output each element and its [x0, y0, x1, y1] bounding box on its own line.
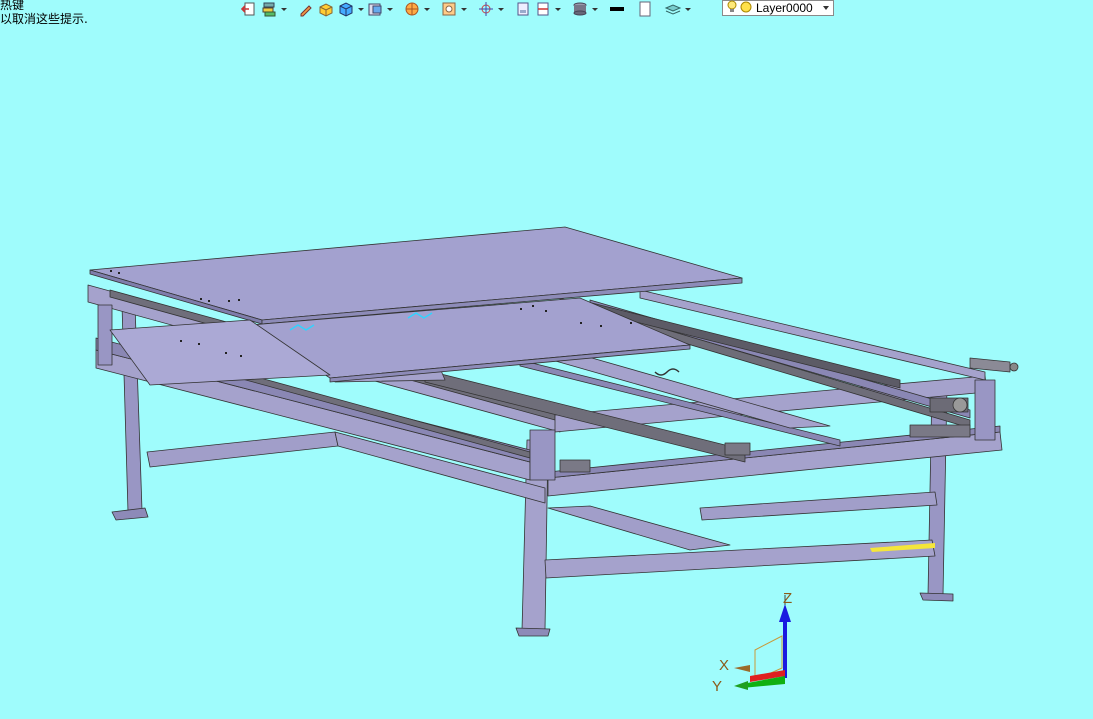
- x-axis-label: X: [719, 657, 729, 674]
- table-frame-model[interactable]: [87, 226, 1019, 637]
- axis-triad: Z X Y: [712, 590, 792, 695]
- z-axis-label: Z: [783, 590, 792, 607]
- y-axis-label: Y: [712, 678, 722, 695]
- 3d-viewport[interactable]: Z X Y: [0, 0, 1093, 719]
